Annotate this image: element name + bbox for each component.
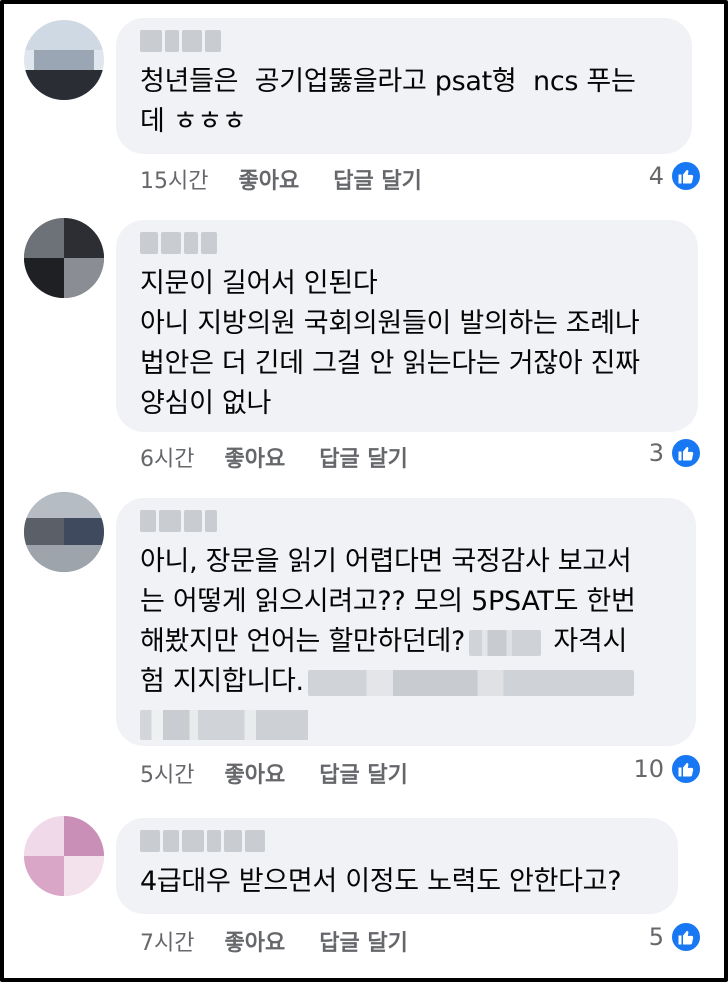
redacted-text xyxy=(140,710,430,740)
thumbs-up-icon xyxy=(670,921,702,953)
reaction-summary[interactable]: 10 xyxy=(633,753,702,785)
comment-text: 청년들은 공기업뚫을라고 psat형 ncs 푸는 데 ㅎㅎㅎ xyxy=(140,66,636,137)
like-button[interactable]: 좋아요 xyxy=(224,925,285,957)
reaction-count: 3 xyxy=(648,439,664,467)
comment-time[interactable]: 15시간 xyxy=(140,163,208,195)
thumbs-up-icon xyxy=(670,437,702,469)
thumbs-up-icon xyxy=(670,160,702,192)
comment-time[interactable]: 7시간 xyxy=(140,925,194,957)
comment-bubble: 4급대우 받으면서 이정도 노력도 안한다고? xyxy=(116,818,678,914)
reply-button[interactable]: 답글 달기 xyxy=(319,757,408,789)
comment-actions: 6시간 좋아요 답글 달기 xyxy=(140,441,408,473)
reaction-summary[interactable]: 5 xyxy=(649,921,702,953)
redacted-text xyxy=(307,669,634,696)
author-name-blurred[interactable] xyxy=(140,232,674,254)
comment-actions: 7시간 좋아요 답글 달기 xyxy=(140,925,408,957)
like-button[interactable]: 좋아요 xyxy=(224,757,285,789)
avatar[interactable] xyxy=(24,20,104,100)
avatar[interactable] xyxy=(24,492,104,572)
comment-text: 지문이 길어서 인된다 아니 지방의원 국회의원들이 발의하는 조례나 법안은 … xyxy=(140,268,640,419)
reaction-summary[interactable]: 4 xyxy=(649,160,702,192)
redacted-text xyxy=(469,629,542,656)
author-name-blurred[interactable] xyxy=(140,830,654,852)
comment-bubble: 아니, 장문을 읽기 어렵다면 국정감사 보고서 는 어떻게 읽으시려고?? 모… xyxy=(116,498,696,746)
reply-button[interactable]: 답글 달기 xyxy=(319,441,408,473)
comment-time[interactable]: 6시간 xyxy=(140,441,194,473)
comment-actions: 5시간 좋아요 답글 달기 xyxy=(140,757,408,789)
comment-time[interactable]: 5시간 xyxy=(140,757,194,789)
author-name-blurred[interactable] xyxy=(140,510,672,532)
like-button[interactable]: 좋아요 xyxy=(224,441,285,473)
reaction-count: 5 xyxy=(648,923,664,951)
reply-button[interactable]: 답글 달기 xyxy=(333,163,422,195)
comment-actions: 15시간 좋아요 답글 달기 xyxy=(140,163,422,195)
thumbs-up-icon xyxy=(670,753,702,785)
avatar[interactable] xyxy=(24,816,104,896)
comment-bubble: 지문이 길어서 인된다 아니 지방의원 국회의원들이 발의하는 조례나 법안은 … xyxy=(116,220,698,432)
reaction-count: 10 xyxy=(633,755,664,783)
like-button[interactable]: 좋아요 xyxy=(238,163,299,195)
comment-text: 4급대우 받으면서 이정도 노력도 안한다고? xyxy=(140,866,622,897)
comment-bubble: 청년들은 공기업뚫을라고 psat형 ncs 푸는 데 ㅎㅎㅎ xyxy=(116,18,692,154)
avatar[interactable] xyxy=(24,218,104,298)
author-name-blurred[interactable] xyxy=(140,30,668,52)
reply-button[interactable]: 답글 달기 xyxy=(319,925,408,957)
reaction-summary[interactable]: 3 xyxy=(649,437,702,469)
comment-text: 아니, 장문을 읽기 어렵다면 국정감사 보고서 는 어떻게 읽으시려고?? 모… xyxy=(140,542,672,740)
reaction-count: 4 xyxy=(648,162,664,190)
